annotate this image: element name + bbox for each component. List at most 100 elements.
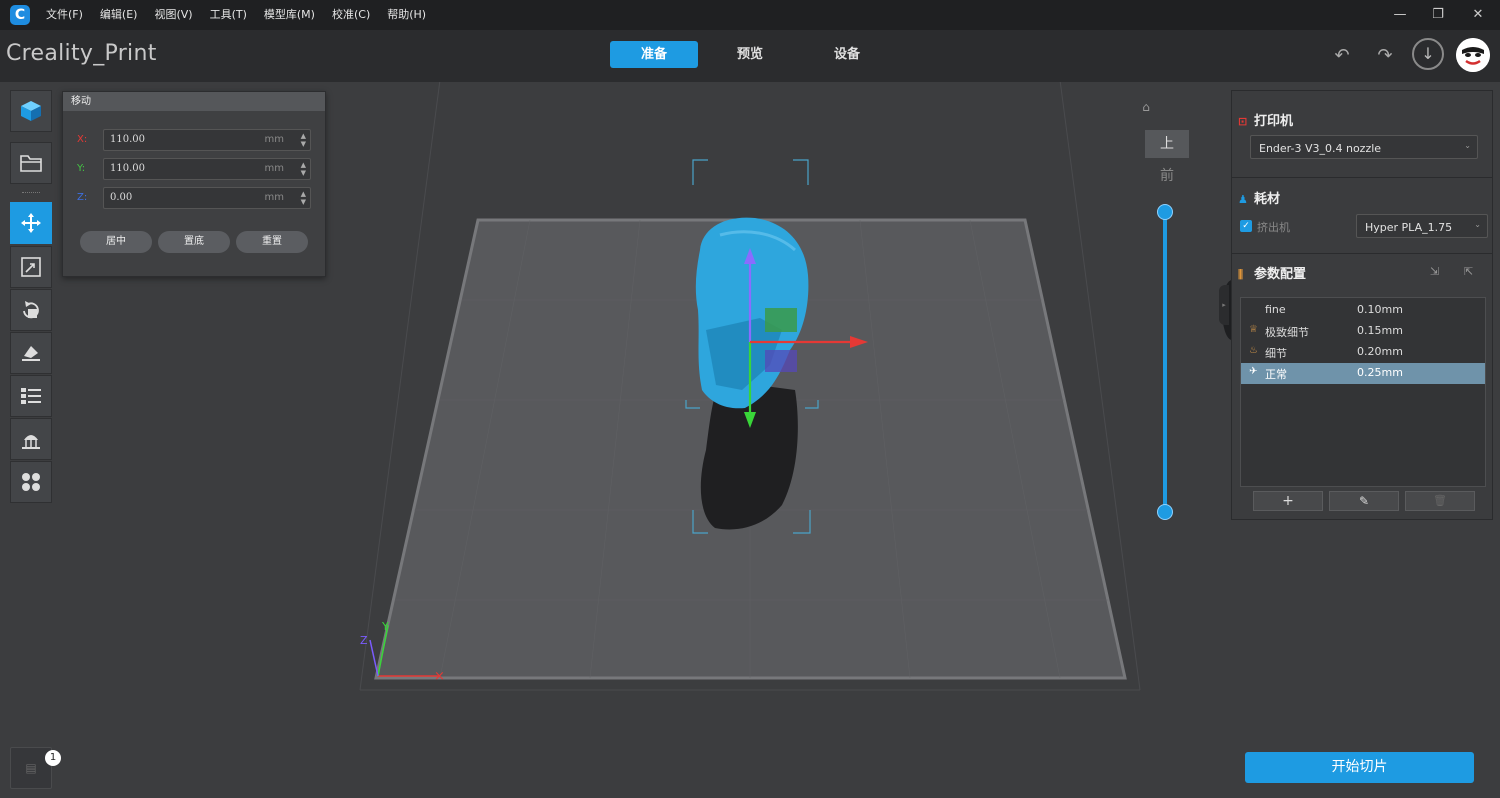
redo-icon[interactable]: ↷ [1371, 42, 1399, 70]
y-stepper-icon[interactable]: ▲ ▼ [301, 161, 306, 177]
menu-bar: 文件(F) 编辑(E) 视图(V) 工具(T) 模型库(M) 校准(C) 帮助(… [46, 0, 443, 30]
profile-name: 正常 [1265, 368, 1287, 381]
app-name: Creality_Print [6, 41, 157, 66]
open-file-button[interactable] [10, 142, 52, 184]
drop-to-bed-button[interactable]: 置底 [158, 231, 230, 253]
params-icon: ⫼ [1238, 268, 1244, 281]
divider [1232, 177, 1492, 178]
profile-row-normal[interactable]: ✈ 正常 0.25mm [1241, 363, 1485, 384]
close-button[interactable]: ✕ [1458, 0, 1498, 30]
move-panel-title: 移动 [63, 92, 325, 111]
restore-button[interactable]: ❐ [1418, 0, 1458, 30]
z-value: 0.00 [110, 192, 133, 203]
printer-icon: ⊡ [1238, 115, 1248, 128]
y-unit: mm [264, 163, 284, 174]
z-position-input[interactable]: 0.00 mm ▲ ▼ [103, 187, 311, 209]
z-axis-label: Z: [77, 192, 88, 203]
filament-title: 耗材 [1254, 192, 1281, 207]
support-tool-button[interactable] [10, 418, 52, 460]
menu-model-library[interactable]: 模型库(M) [264, 0, 324, 30]
menu-calibration[interactable]: 校准(C) [332, 0, 379, 30]
svg-text:Z: Z [360, 634, 368, 647]
tab-device[interactable]: 设备 [803, 41, 891, 68]
y-axis-label: Y: [77, 163, 86, 174]
profile-row-ultra-detail[interactable]: ♕ 极致细节 0.15mm [1241, 321, 1485, 342]
profile-row-detail[interactable]: ♨ 细节 0.20mm [1241, 342, 1485, 363]
move-tool-button[interactable] [10, 202, 52, 244]
layer-slider-top-handle[interactable] [1157, 204, 1173, 220]
top-view-button[interactable]: 上 [1145, 130, 1189, 158]
home-view-icon[interactable]: ⌂ [1138, 100, 1154, 116]
move-panel: 移动 X: 110.00 mm ▲ ▼ Y: 110.00 mm ▲ ▼ Z: 0.… [62, 91, 326, 277]
document-icon: ▤ [25, 761, 37, 775]
tab-preview[interactable]: 预览 [706, 41, 794, 68]
layer-slider-bottom-handle[interactable] [1157, 504, 1173, 520]
menu-tools[interactable]: 工具(T) [210, 0, 256, 30]
undo-icon[interactable]: ↶ [1328, 42, 1356, 70]
scale-tool-button[interactable] [10, 246, 52, 288]
chevron-down-icon: ⌄ [1474, 220, 1481, 229]
divider [1232, 253, 1492, 254]
x-stepper-icon[interactable]: ▲ ▼ [301, 132, 306, 148]
lay-flat-tool-button[interactable] [10, 332, 52, 374]
profile-row-fine[interactable]: fine 0.10mm [1241, 300, 1485, 321]
profile-layer-height: 0.10mm [1357, 303, 1403, 316]
filament-select[interactable]: Hyper PLA_1.75 ⌄ [1356, 214, 1488, 238]
notification-badge: 1 [45, 750, 61, 766]
menu-help[interactable]: 帮助(H) [387, 0, 435, 30]
add-profile-button[interactable]: + [1253, 491, 1323, 511]
scale-icon [21, 257, 41, 277]
center-button[interactable]: 居中 [80, 231, 152, 253]
params-title: 参数配置 [1254, 267, 1307, 282]
y-coordinate-row: Y: 110.00 mm ▲ ▼ [75, 158, 313, 182]
start-slicing-button[interactable]: 开始切片 [1245, 752, 1474, 783]
y-position-input[interactable]: 110.00 mm ▲ ▼ [103, 158, 311, 180]
settings-panel: ⊡ 打印机 Ender-3 V3_0.4 nozzle ⌄ ♟ 耗材 ✓ 挤出机 H… [1231, 90, 1493, 520]
menu-edit[interactable]: 编辑(E) [100, 0, 147, 30]
y-value: 110.00 [110, 163, 145, 174]
extruder-label: 挤出机 [1257, 221, 1290, 234]
delete-profile-button[interactable]: 🗑 [1405, 491, 1475, 511]
filament-section-header: ♟ 耗材 [1238, 188, 1280, 207]
export-profile-icon[interactable]: ⇱ [1464, 265, 1473, 278]
rotate-tool-button[interactable] [10, 289, 52, 331]
profile-list: fine 0.10mm ♕ 极致细节 0.15mm ♨ 细节 0.20mm ✈ … [1240, 297, 1486, 487]
folder-icon [20, 155, 42, 172]
avatar[interactable] [1456, 38, 1490, 72]
arrange-tool-button[interactable] [10, 461, 52, 503]
tab-prepare[interactable]: 准备 [610, 41, 698, 68]
z-stepper-icon[interactable]: ▲ ▼ [301, 190, 306, 206]
edit-profile-button[interactable]: ✎ [1329, 491, 1399, 511]
left-toolbar [10, 90, 54, 503]
z-coordinate-row: Z: 0.00 mm ▲ ▼ [75, 187, 313, 211]
add-model-button[interactable] [10, 90, 52, 132]
printer-select[interactable]: Ender-3 V3_0.4 nozzle ⌄ [1250, 135, 1478, 159]
rotate-icon [23, 301, 39, 319]
lay-flat-icon [22, 346, 40, 361]
menu-view[interactable]: 视图(V) [154, 0, 201, 30]
panel-collapse-handle[interactable]: ▸ [1219, 285, 1229, 325]
profile-name: 细节 [1265, 347, 1287, 360]
filament-selected-value: Hyper PLA_1.75 [1365, 221, 1453, 234]
profile-layer-height: 0.15mm [1357, 324, 1403, 337]
rocket-icon: ✈ [1249, 366, 1258, 377]
printer-selected-value: Ender-3 V3_0.4 nozzle [1259, 142, 1382, 155]
object-list-button[interactable] [10, 375, 52, 417]
download-icon[interactable]: ↓ [1412, 38, 1444, 70]
x-axis-label: X: [77, 134, 88, 145]
avatar-face-icon [1456, 38, 1490, 72]
toolbar-divider [22, 192, 40, 196]
menu-file[interactable]: 文件(F) [46, 0, 92, 30]
move-icon [21, 213, 41, 233]
chevron-down-icon: ⌄ [1464, 141, 1471, 150]
x-position-input[interactable]: 110.00 mm ▲ ▼ [103, 129, 311, 151]
svg-text:×: × [434, 669, 445, 684]
grid-icon [22, 473, 40, 491]
svg-text:Y: Y [381, 620, 389, 633]
layer-slider-track[interactable] [1163, 212, 1167, 512]
reset-button[interactable]: 重置 [236, 231, 308, 253]
front-view-button[interactable]: 前 [1145, 162, 1189, 190]
minimize-button[interactable]: — [1380, 0, 1420, 30]
extruder-checkbox[interactable]: ✓ [1240, 220, 1252, 232]
import-profile-icon[interactable]: ⇲ [1430, 265, 1439, 278]
